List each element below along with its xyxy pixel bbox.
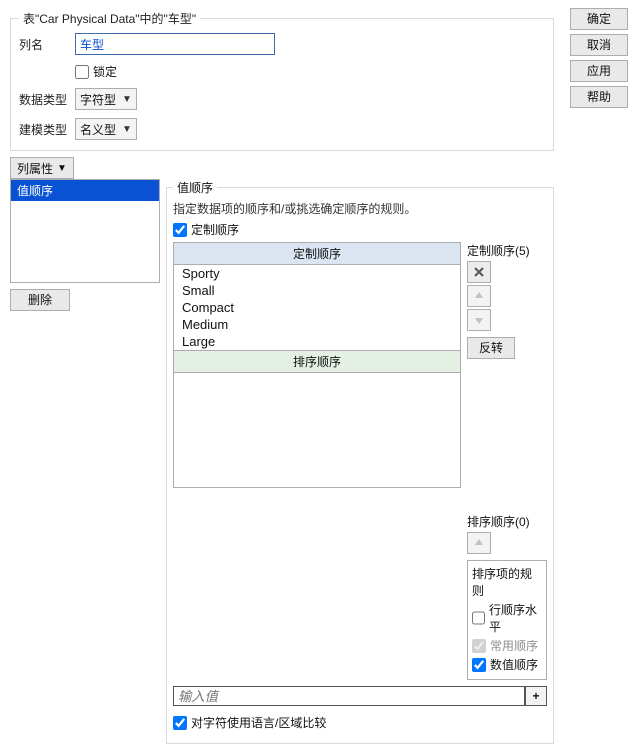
rule-row-horiz-checkbox[interactable] bbox=[472, 611, 485, 625]
custom-order-check-label: 定制顺序 bbox=[191, 221, 239, 238]
list-item[interactable]: Compact bbox=[174, 299, 460, 316]
model-type-label: 建模类型 bbox=[19, 121, 75, 138]
column-properties-dropdown[interactable]: 列属性 ▼ bbox=[10, 157, 74, 179]
chevron-down-icon: ▼ bbox=[122, 94, 132, 105]
data-type-value: 字符型 bbox=[80, 91, 116, 108]
order-listbox[interactable]: 定制顺序 Sporty Small Compact Medium Large 排… bbox=[173, 242, 461, 488]
property-list[interactable]: 值顺序 bbox=[10, 179, 160, 283]
col-name-label: 列名 bbox=[19, 36, 75, 53]
model-type-value: 名义型 bbox=[80, 121, 116, 138]
arrow-up-icon bbox=[473, 537, 485, 549]
value-order-box: 值顺序 指定数据项的顺序和/或挑选确定顺序的规则。 定制顺序 定制顺序 Spor… bbox=[166, 179, 554, 744]
close-icon bbox=[472, 265, 486, 279]
data-type-label: 数据类型 bbox=[19, 91, 75, 108]
ok-button[interactable]: 确定 bbox=[570, 8, 628, 30]
sort-rules-box: 排序项的规则 行顺序水平 常用顺序 bbox=[467, 560, 547, 680]
rule-common-label: 常用顺序 bbox=[490, 637, 538, 654]
col-name-input[interactable] bbox=[75, 33, 275, 55]
dialog-button-column: 确定 取消 应用 帮助 bbox=[570, 8, 628, 108]
rule-row-horiz-label: 行顺序水平 bbox=[489, 601, 542, 635]
custom-order-count: 定制顺序(5) bbox=[467, 242, 547, 259]
value-order-legend: 值顺序 bbox=[173, 179, 217, 196]
box-legend: 表"Car Physical Data"中的"车型" bbox=[19, 10, 200, 27]
data-type-combo[interactable]: 字符型 ▼ bbox=[75, 88, 137, 110]
custom-order-checkbox[interactable] bbox=[173, 223, 187, 237]
value-order-desc: 指定数据项的顺序和/或挑选确定顺序的规则。 bbox=[173, 200, 547, 217]
apply-button[interactable]: 应用 bbox=[570, 60, 628, 82]
locale-compare-label: 对字符使用语言/区域比较 bbox=[191, 714, 326, 731]
lock-checkbox[interactable] bbox=[75, 65, 89, 79]
list-item[interactable]: Sporty bbox=[174, 265, 460, 282]
sort-order-count: 排序顺序(0) bbox=[467, 513, 547, 530]
sort-order-header: 排序顺序 bbox=[174, 350, 460, 373]
rule-numeric-checkbox[interactable] bbox=[472, 658, 486, 672]
chevron-down-icon: ▼ bbox=[122, 124, 132, 135]
list-item[interactable]: Small bbox=[174, 282, 460, 299]
chevron-down-icon: ▼ bbox=[57, 163, 67, 174]
column-info-box: 表"Car Physical Data"中的"车型" 列名 锁定 数据类型 字符… bbox=[10, 10, 554, 151]
value-input[interactable] bbox=[173, 686, 525, 706]
cancel-button[interactable]: 取消 bbox=[570, 34, 628, 56]
order-side-controls: 定制顺序(5) 反转 排序顺序(0) bbox=[467, 242, 547, 680]
list-item[interactable]: Medium bbox=[174, 316, 460, 333]
locale-compare-checkbox[interactable] bbox=[173, 716, 187, 730]
custom-order-header: 定制顺序 bbox=[174, 243, 460, 265]
delete-button[interactable]: 删除 bbox=[10, 289, 70, 311]
rule-common-checkbox bbox=[472, 639, 486, 653]
remove-item-button[interactable] bbox=[467, 261, 491, 283]
sort-rules-title: 排序项的规则 bbox=[472, 565, 542, 599]
move-up-button[interactable] bbox=[467, 285, 491, 307]
column-properties-label: 列属性 bbox=[17, 160, 53, 177]
lock-label: 锁定 bbox=[93, 63, 117, 80]
list-item[interactable]: Large bbox=[174, 333, 460, 350]
reverse-button[interactable]: 反转 bbox=[467, 337, 515, 359]
help-button[interactable]: 帮助 bbox=[570, 86, 628, 108]
arrow-up-icon bbox=[473, 290, 485, 302]
arrow-down-icon bbox=[473, 314, 485, 326]
add-value-button[interactable]: + bbox=[525, 686, 547, 706]
sort-move-up-button[interactable] bbox=[467, 532, 491, 554]
rule-numeric-label: 数值顺序 bbox=[490, 656, 538, 673]
move-down-button[interactable] bbox=[467, 309, 491, 331]
property-list-item[interactable]: 值顺序 bbox=[11, 180, 159, 201]
model-type-combo[interactable]: 名义型 ▼ bbox=[75, 118, 137, 140]
